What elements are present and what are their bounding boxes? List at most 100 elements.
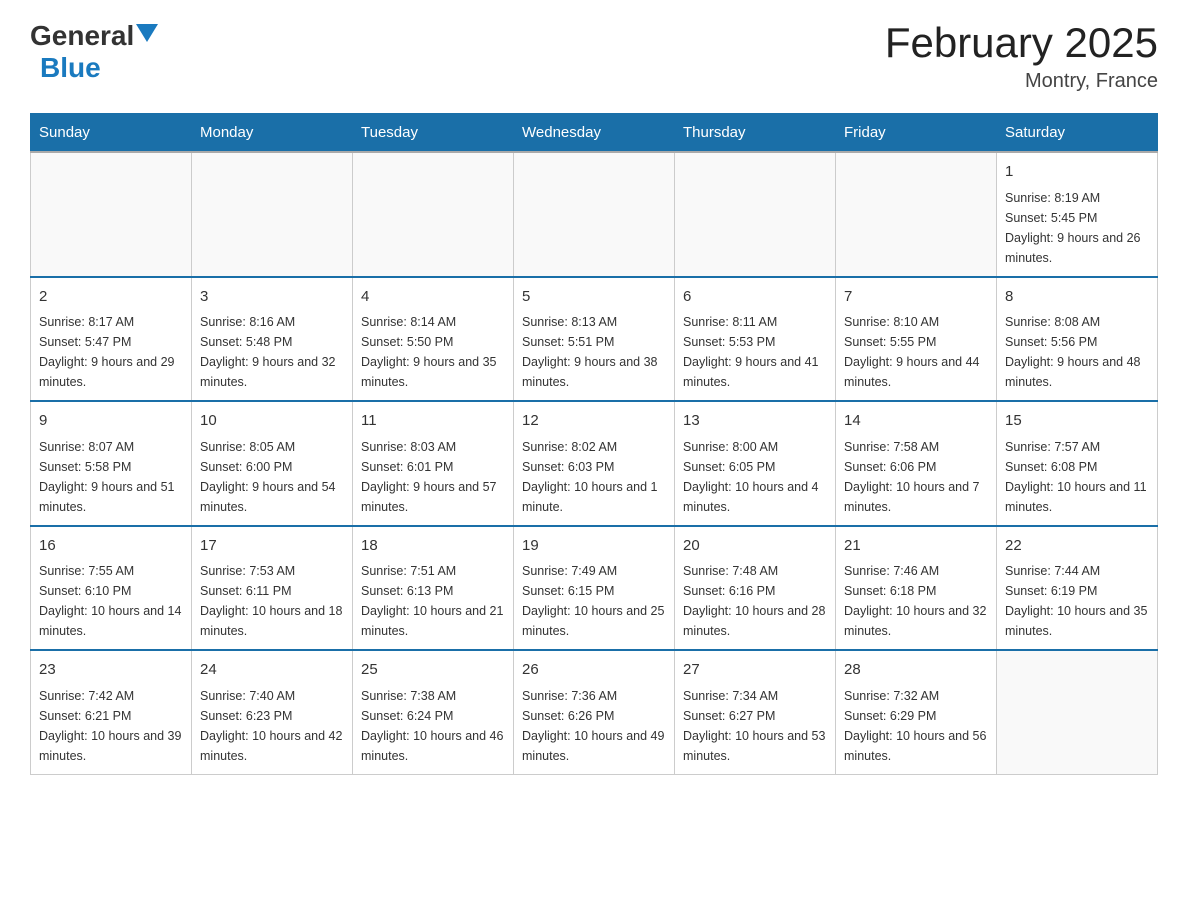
calendar-header-row: Sunday Monday Tuesday Wednesday Thursday…	[31, 114, 1158, 153]
day-info: Sunrise: 8:11 AMSunset: 5:53 PMDaylight:…	[683, 312, 827, 392]
day-info: Sunrise: 8:00 AMSunset: 6:05 PMDaylight:…	[683, 437, 827, 517]
col-wednesday: Wednesday	[514, 114, 675, 153]
table-row	[353, 152, 514, 277]
day-number: 2	[39, 286, 183, 309]
table-row: 12 Sunrise: 8:02 AMSunset: 6:03 PMDayligh…	[514, 401, 675, 526]
page-header: General Blue February 2025 Montry, Franc…	[30, 20, 1158, 93]
day-info: Sunrise: 7:55 AMSunset: 6:10 PMDaylight:…	[39, 561, 183, 641]
table-row: 26 Sunrise: 7:36 AMSunset: 6:26 PMDayligh…	[514, 650, 675, 774]
table-row	[192, 152, 353, 277]
day-number: 19	[522, 535, 666, 558]
table-row	[514, 152, 675, 277]
table-row: 7 Sunrise: 8:10 AMSunset: 5:55 PMDaylight…	[836, 277, 997, 402]
logo-general-text: General	[30, 20, 134, 52]
day-info: Sunrise: 8:03 AMSunset: 6:01 PMDaylight:…	[361, 437, 505, 517]
day-number: 1	[1005, 161, 1149, 184]
calendar-week-row: 1 Sunrise: 8:19 AMSunset: 5:45 PMDaylight…	[31, 152, 1158, 277]
day-info: Sunrise: 8:05 AMSunset: 6:00 PMDaylight:…	[200, 437, 344, 517]
table-row: 3 Sunrise: 8:16 AMSunset: 5:48 PMDaylight…	[192, 277, 353, 402]
day-number: 9	[39, 410, 183, 433]
day-number: 12	[522, 410, 666, 433]
table-row: 25 Sunrise: 7:38 AMSunset: 6:24 PMDayligh…	[353, 650, 514, 774]
day-number: 22	[1005, 535, 1149, 558]
table-row: 18 Sunrise: 7:51 AMSunset: 6:13 PMDayligh…	[353, 526, 514, 651]
col-friday: Friday	[836, 114, 997, 153]
table-row: 1 Sunrise: 8:19 AMSunset: 5:45 PMDaylight…	[997, 152, 1158, 277]
day-number: 20	[683, 535, 827, 558]
day-number: 11	[361, 410, 505, 433]
day-info: Sunrise: 7:42 AMSunset: 6:21 PMDaylight:…	[39, 686, 183, 766]
day-number: 6	[683, 286, 827, 309]
day-info: Sunrise: 7:40 AMSunset: 6:23 PMDaylight:…	[200, 686, 344, 766]
day-info: Sunrise: 8:19 AMSunset: 5:45 PMDaylight:…	[1005, 188, 1149, 268]
day-info: Sunrise: 7:38 AMSunset: 6:24 PMDaylight:…	[361, 686, 505, 766]
calendar-week-row: 16 Sunrise: 7:55 AMSunset: 6:10 PMDayligh…	[31, 526, 1158, 651]
day-number: 18	[361, 535, 505, 558]
table-row: 28 Sunrise: 7:32 AMSunset: 6:29 PMDayligh…	[836, 650, 997, 774]
table-row: 14 Sunrise: 7:58 AMSunset: 6:06 PMDayligh…	[836, 401, 997, 526]
day-info: Sunrise: 7:58 AMSunset: 6:06 PMDaylight:…	[844, 437, 988, 517]
table-row: 10 Sunrise: 8:05 AMSunset: 6:00 PMDayligh…	[192, 401, 353, 526]
day-number: 3	[200, 286, 344, 309]
table-row: 11 Sunrise: 8:03 AMSunset: 6:01 PMDayligh…	[353, 401, 514, 526]
table-row: 5Sunrise: 8:13 AMSunset: 5:51 PMDaylight…	[514, 277, 675, 402]
day-number: 27	[683, 659, 827, 682]
day-info: Sunrise: 7:51 AMSunset: 6:13 PMDaylight:…	[361, 561, 505, 641]
day-number: 10	[200, 410, 344, 433]
table-row: 13 Sunrise: 8:00 AMSunset: 6:05 PMDayligh…	[675, 401, 836, 526]
table-row	[31, 152, 192, 277]
col-tuesday: Tuesday	[353, 114, 514, 153]
table-row: 9 Sunrise: 8:07 AMSunset: 5:58 PMDaylight…	[31, 401, 192, 526]
day-info: Sunrise: 7:48 AMSunset: 6:16 PMDaylight:…	[683, 561, 827, 641]
day-number: 13	[683, 410, 827, 433]
day-number: 15	[1005, 410, 1149, 433]
table-row	[997, 650, 1158, 774]
day-number: 26	[522, 659, 666, 682]
location-text: Montry, France	[885, 70, 1158, 93]
day-info: Sunrise: 7:53 AMSunset: 6:11 PMDaylight:…	[200, 561, 344, 641]
day-number: 21	[844, 535, 988, 558]
day-info: Sunrise: 7:57 AMSunset: 6:08 PMDaylight:…	[1005, 437, 1149, 517]
day-info: Sunrise: 8:08 AMSunset: 5:56 PMDaylight:…	[1005, 312, 1149, 392]
day-info: Sunrise: 7:34 AMSunset: 6:27 PMDaylight:…	[683, 686, 827, 766]
day-info: Sunrise: 7:44 AMSunset: 6:19 PMDaylight:…	[1005, 561, 1149, 641]
day-number: 23	[39, 659, 183, 682]
day-info: Sunrise: 8:07 AMSunset: 5:58 PMDaylight:…	[39, 437, 183, 517]
col-monday: Monday	[192, 114, 353, 153]
calendar-week-row: 2Sunrise: 8:17 AMSunset: 5:47 PMDaylight…	[31, 277, 1158, 402]
month-title: February 2025	[885, 20, 1158, 66]
calendar-week-row: 9 Sunrise: 8:07 AMSunset: 5:58 PMDaylight…	[31, 401, 1158, 526]
table-row: 24 Sunrise: 7:40 AMSunset: 6:23 PMDayligh…	[192, 650, 353, 774]
logo-arrow-icon	[136, 24, 158, 46]
col-sunday: Sunday	[31, 114, 192, 153]
col-thursday: Thursday	[675, 114, 836, 153]
day-info: Sunrise: 7:32 AMSunset: 6:29 PMDaylight:…	[844, 686, 988, 766]
table-row: 19Sunrise: 7:49 AMSunset: 6:15 PMDayligh…	[514, 526, 675, 651]
day-info: Sunrise: 7:36 AMSunset: 6:26 PMDaylight:…	[522, 686, 666, 766]
day-info: Sunrise: 8:16 AMSunset: 5:48 PMDaylight:…	[200, 312, 344, 392]
table-row	[675, 152, 836, 277]
table-row: 16 Sunrise: 7:55 AMSunset: 6:10 PMDayligh…	[31, 526, 192, 651]
table-row: 2Sunrise: 8:17 AMSunset: 5:47 PMDaylight…	[31, 277, 192, 402]
day-number: 14	[844, 410, 988, 433]
table-row: 20 Sunrise: 7:48 AMSunset: 6:16 PMDayligh…	[675, 526, 836, 651]
title-section: February 2025 Montry, France	[885, 20, 1158, 93]
day-info: Sunrise: 7:46 AMSunset: 6:18 PMDaylight:…	[844, 561, 988, 641]
day-number: 16	[39, 535, 183, 558]
day-info: Sunrise: 8:14 AMSunset: 5:50 PMDaylight:…	[361, 312, 505, 392]
day-number: 28	[844, 659, 988, 682]
table-row: 15 Sunrise: 7:57 AMSunset: 6:08 PMDayligh…	[997, 401, 1158, 526]
logo-blue-text: Blue	[40, 52, 101, 84]
table-row: 23 Sunrise: 7:42 AMSunset: 6:21 PMDayligh…	[31, 650, 192, 774]
table-row: 8 Sunrise: 8:08 AMSunset: 5:56 PMDaylight…	[997, 277, 1158, 402]
day-number: 7	[844, 286, 988, 309]
day-number: 17	[200, 535, 344, 558]
day-number: 8	[1005, 286, 1149, 309]
table-row: 17 Sunrise: 7:53 AMSunset: 6:11 PMDayligh…	[192, 526, 353, 651]
day-info: Sunrise: 8:10 AMSunset: 5:55 PMDaylight:…	[844, 312, 988, 392]
day-number: 24	[200, 659, 344, 682]
day-number: 25	[361, 659, 505, 682]
day-number: 5	[522, 286, 666, 309]
day-info: Sunrise: 8:02 AMSunset: 6:03 PMDaylight:…	[522, 437, 666, 517]
day-number: 4	[361, 286, 505, 309]
